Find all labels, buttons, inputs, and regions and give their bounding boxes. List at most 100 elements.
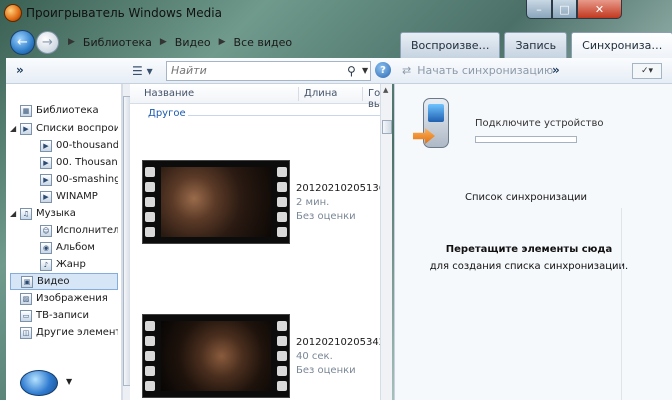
chevron-down-icon[interactable]: ▼ (362, 66, 368, 75)
playlist-item-icon: ▶ (40, 190, 52, 203)
more-sync-commands-button[interactable]: » (552, 63, 560, 77)
column-title[interactable]: Название (144, 88, 194, 99)
minimize-button[interactable]: – (526, 0, 552, 19)
start-sync-label: Начать синхронизацию (417, 64, 554, 77)
sidebar-item[interactable]: ◉ Альбом (30, 239, 118, 256)
sidebar-item[interactable]: ◢▶ Списки воспроизведения (10, 120, 118, 137)
help-icon[interactable]: ? (375, 62, 391, 78)
video-frame (161, 167, 271, 237)
more-commands-button[interactable]: » (16, 63, 24, 77)
breadcrumb-separator-icon: ▶ (68, 37, 75, 47)
music-icon: ♫ (20, 207, 32, 220)
title-bar: Проигрыватель Windows Media – □ ✕ (0, 0, 672, 28)
pictures-icon: ▨ (20, 292, 32, 305)
sidebar-item-label: Жанр (56, 259, 86, 270)
tv-icon: ▭ (20, 309, 32, 322)
sidebar-item[interactable]: ▶ 00-smashing_ (30, 171, 118, 188)
playlist-item-icon: ▶ (40, 173, 52, 186)
item-title: 20120210205136 (296, 183, 386, 194)
breadcrumb-video[interactable]: Видео (175, 36, 211, 49)
scroll-up-icon[interactable]: ▲ (383, 86, 388, 94)
sidebar-item[interactable]: ▣ Видео (10, 273, 118, 290)
tab-burn[interactable]: Запись (504, 32, 568, 58)
column-header: Название Длина Год вы (130, 84, 392, 110)
close-button[interactable]: ✕ (577, 0, 622, 19)
scrollbar-thumb[interactable] (382, 120, 392, 134)
column-length[interactable]: Длина (304, 88, 337, 99)
device-capacity-bar (475, 136, 577, 143)
item-duration: 2 мин. (296, 197, 330, 208)
video-thumbnail (142, 314, 290, 398)
sidebar-item-label: Исполнители (56, 225, 118, 236)
sidebar-item[interactable]: ◫ Другие элементы (10, 324, 118, 341)
back-button[interactable]: ← (10, 30, 35, 55)
breadcrumb-separator-icon: ▶ (218, 37, 226, 47)
online-stores-globe-icon[interactable] (20, 370, 58, 396)
list-item[interactable]: 20120210205342 40 сек. Без оценки (142, 314, 386, 398)
search-input[interactable] (171, 64, 341, 77)
sidebar-item[interactable]: ▶ WINAMP (30, 188, 118, 205)
search-icon[interactable]: ⚲ (347, 64, 356, 78)
sidebar-item[interactable]: ♪ Жанр (30, 256, 118, 273)
breadcrumb: ▶ Библиотека ▶ Видео ▶ Все видео (68, 36, 292, 49)
tab-play[interactable]: Воспроизве… (400, 32, 501, 58)
sidebar-item-label: Другие элементы (36, 327, 118, 338)
genre-icon: ♪ (40, 258, 52, 271)
group-header: Другое (148, 108, 186, 119)
playlist-item-icon: ▶ (40, 156, 52, 169)
sidebar-item[interactable]: ▭ ТВ-записи (10, 307, 118, 324)
view-options-button[interactable]: ☰ ▾ (132, 64, 153, 78)
navigation-pane: ▦Библиотека◢▶Списки воспроизведения▶00-t… (6, 84, 131, 400)
list-scrollbar[interactable]: ▲ (380, 84, 392, 400)
search-box: ⚲ ▼ (166, 61, 371, 81)
sync-options-button[interactable]: ✓▾ (632, 63, 662, 79)
sidebar-item-label: 00. Thousand (56, 157, 118, 168)
item-rating[interactable]: Без оценки (296, 364, 385, 378)
drag-items-subhint: для создания списка синхронизации. (429, 261, 629, 272)
sidebar-item-label: WINAMP (56, 191, 98, 202)
breadcrumb-all-video[interactable]: Все видео (234, 36, 293, 49)
chevron-down-icon[interactable]: ▼ (66, 377, 72, 386)
video-frame (161, 321, 271, 391)
breadcrumb-library[interactable]: Библиотека (83, 36, 152, 49)
sync-list-title: Список синхронизации (464, 192, 588, 203)
item-title: 20120210205342 (296, 337, 386, 348)
tab-strip: Воспроизве… Запись Синхрониза… (400, 32, 672, 58)
sidebar-item[interactable]: ▶ 00-thousand_ (30, 137, 118, 154)
sidebar-item-label: ТВ-записи (36, 310, 90, 321)
breadcrumb-separator-icon: ▶ (159, 37, 167, 47)
connect-device-label: Подключите устройство (475, 118, 604, 129)
start-sync-button[interactable]: ⇄ Начать синхронизацию (402, 64, 553, 77)
tab-sync[interactable]: Синхрониза… (571, 32, 672, 58)
item-rating[interactable]: Без оценки (296, 210, 385, 224)
sidebar-item-label: Списки воспроизведения (36, 123, 118, 134)
maximize-button[interactable]: □ (552, 0, 577, 19)
sidebar-item[interactable]: ▨ Изображения (10, 290, 118, 307)
video-thumbnail (142, 160, 290, 244)
video-icon: ▣ (21, 275, 33, 288)
media-player-icon (4, 4, 22, 22)
playlist-item-icon: ▶ (40, 139, 52, 152)
media-list: Название Длина Год вы Другое 20120210205… (130, 84, 392, 400)
item-duration: 40 сек. (296, 351, 333, 362)
sidebar-item[interactable]: ☺ Исполнители (30, 222, 118, 239)
playlist-icon: ▶ (20, 122, 32, 135)
library-icon: ▦ (20, 104, 32, 117)
sidebar-item[interactable]: ◢ ♫ Музыка (10, 205, 118, 222)
sync-list-divider (621, 208, 622, 400)
sidebar-item-label: 00-thousand_ (56, 140, 118, 151)
drag-items-hint: Перетащите элементы сюда (445, 244, 613, 255)
toolbar: » ☰ ▾ ⚲ ▼ ? ⇄ Начать синхронизацию » ✓▾ (6, 58, 672, 84)
album-icon: ◉ (40, 241, 52, 254)
sidebar-item-label: Музыка (36, 208, 76, 219)
list-item[interactable]: 20120210205136 2 мин. Без оценки (142, 160, 386, 244)
navigation-bar: ← → ▶ Библиотека ▶ Видео ▶ Все видео Вос… (6, 28, 672, 58)
sidebar-item[interactable]: ▦ Библиотека (10, 102, 118, 119)
forward-button[interactable]: → (36, 31, 59, 54)
expand-arrow-icon[interactable]: ◢ (10, 209, 20, 218)
sync-pane: Подключите устройство Список синхронизац… (394, 84, 672, 400)
navigation-scrollbar[interactable] (122, 84, 131, 400)
expand-arrow-icon[interactable]: ◢ (10, 124, 20, 133)
window-title: Проигрыватель Windows Media (26, 6, 222, 20)
sidebar-item[interactable]: ▶ 00. Thousand (30, 154, 118, 171)
